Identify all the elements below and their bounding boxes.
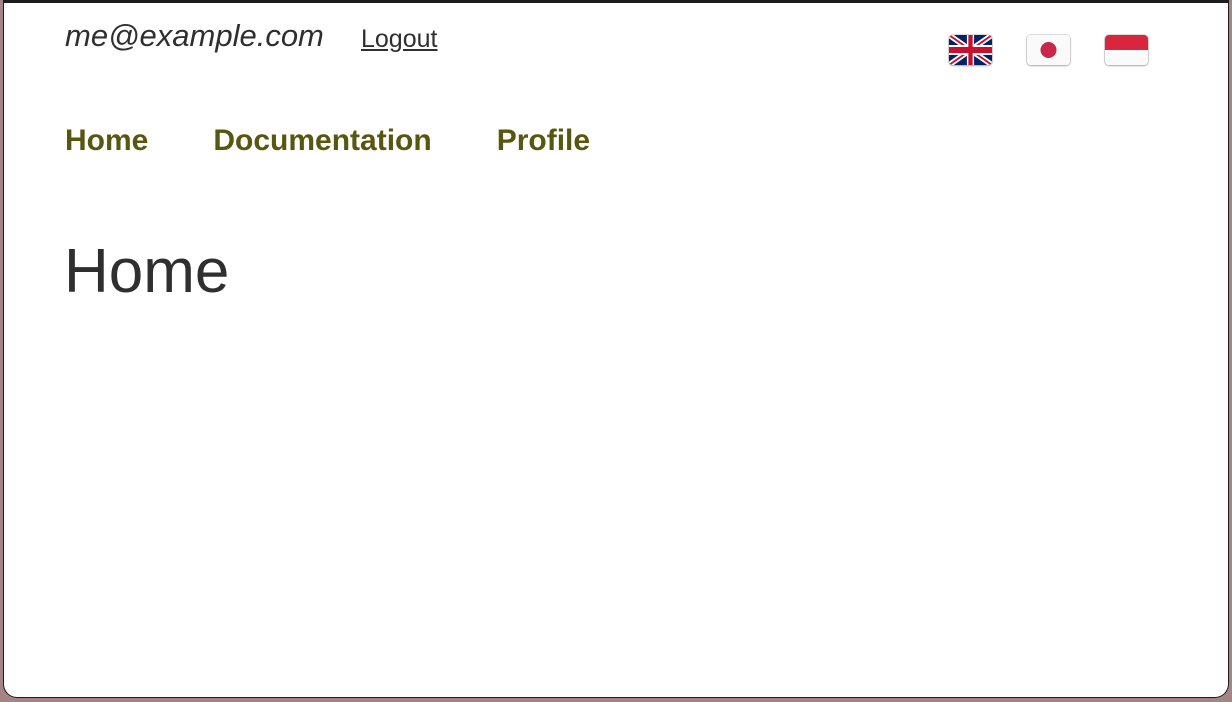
browser-window: me@example.com Logout Home Documentation…: [3, 0, 1229, 698]
indonesia-flag-icon[interactable]: [1105, 35, 1148, 65]
nav-item-profile[interactable]: Profile: [497, 126, 590, 156]
user-email: me@example.com: [65, 18, 324, 53]
main-nav: Home Documentation Profile: [65, 126, 590, 156]
uk-flag-icon[interactable]: [949, 35, 992, 65]
logout-link[interactable]: Logout: [361, 27, 437, 52]
page-title: Home: [64, 237, 230, 306]
nav-item-home[interactable]: Home: [65, 126, 148, 156]
japan-flag-icon[interactable]: [1027, 35, 1070, 65]
nav-item-documentation[interactable]: Documentation: [213, 126, 431, 156]
language-switcher: [949, 35, 1148, 65]
